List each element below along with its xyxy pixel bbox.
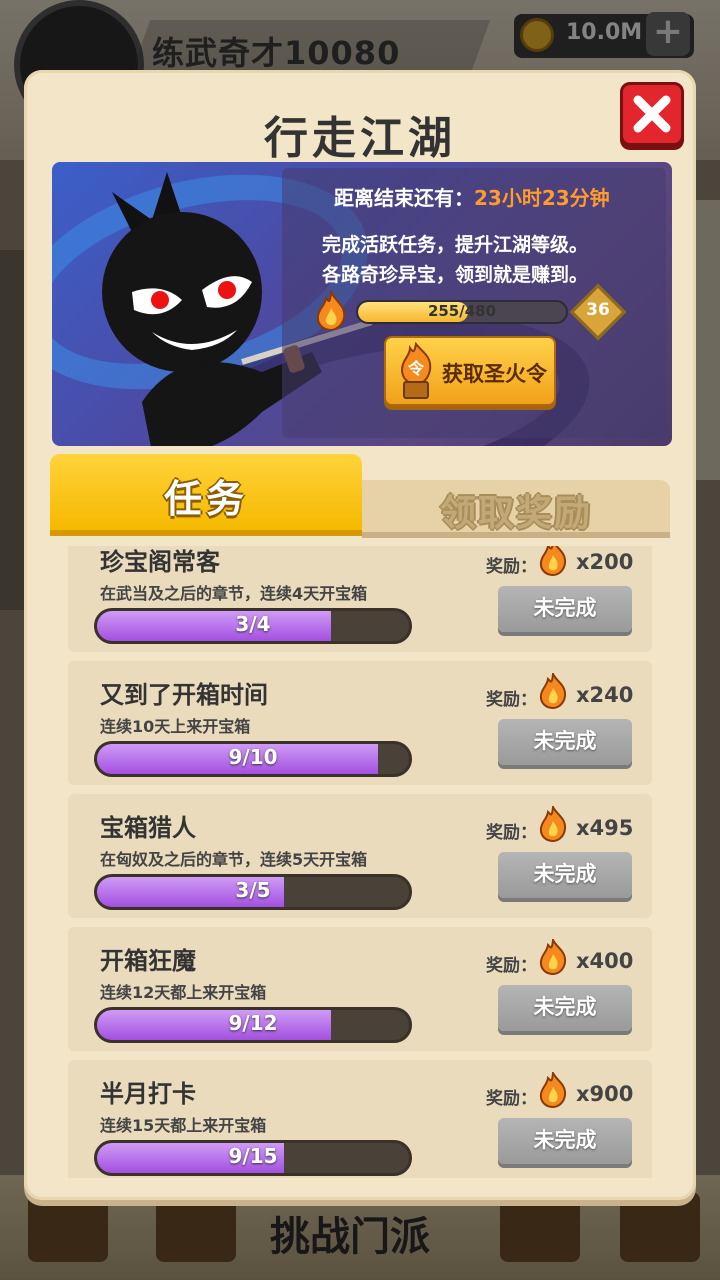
- task-status-button[interactable]: 未完成: [498, 719, 632, 765]
- fire-token-glyph: 令: [407, 359, 425, 378]
- task-status-button[interactable]: 未完成: [498, 586, 632, 632]
- task-description: 连续12天都上来开宝箱: [100, 983, 267, 1002]
- task-status-button[interactable]: 未完成: [498, 985, 632, 1031]
- task-list[interactable]: 珍宝阁常客 在武当及之后的章节，连续4天开宝箱 3/4 奖励： x200 未完成 又到了开箱…: [52, 546, 672, 1178]
- modal-title: 行走江湖: [264, 113, 456, 164]
- task-description: 连续15天都上来开宝箱: [100, 1116, 267, 1135]
- task-progress-text: 3/5: [235, 878, 271, 902]
- task-status-button[interactable]: 未完成: [498, 1118, 632, 1164]
- countdown: 距离结束还有：23小时23分钟: [334, 182, 610, 211]
- reward-label: 奖励：: [486, 956, 537, 976]
- tab-claim-rewards[interactable]: 领取奖励: [362, 480, 670, 534]
- reward-amount: x240: [576, 683, 634, 707]
- tab-tasks-label: 任务: [163, 477, 248, 521]
- task-description: 连续10天上来开宝箱: [100, 717, 251, 736]
- task-card: 半月打卡连续15天都上来开宝箱 9/15 奖励： x900 未完成: [68, 1060, 652, 1178]
- task-card: 开箱狂魔连续12天都上来开宝箱 9/12 奖励： x400 未完成: [68, 927, 652, 1051]
- close-icon: [633, 95, 671, 133]
- task-status-button[interactable]: 未完成: [498, 852, 632, 898]
- event-banner: 距离结束还有：23小时23分钟 完成活跃任务，提升江湖等级。 各路奇珍异宝，领到…: [52, 162, 672, 446]
- task-description: 在武当及之后的章节，连续4天开宝箱: [100, 584, 368, 603]
- reward-amount: x400: [576, 949, 634, 973]
- tab-claim-rewards-label: 领取奖励: [439, 493, 592, 534]
- countdown-prefix: 距离结束还有：: [334, 186, 474, 210]
- close-button[interactable]: [620, 82, 684, 146]
- flame-icon: [539, 546, 567, 577]
- get-fire-token-button[interactable]: 令 获取圣火令: [384, 336, 556, 406]
- task-progress-text: 9/12: [228, 1011, 278, 1035]
- get-fire-token-label: 获取圣火令: [442, 362, 547, 386]
- task-progress-text: 3/4: [235, 612, 271, 636]
- reward-label: 奖励：: [486, 557, 537, 577]
- task-title: 半月打卡: [100, 1080, 196, 1108]
- event-description-line-1: 完成活跃任务，提升江湖等级。: [322, 234, 589, 256]
- reward-amount: x900: [576, 1082, 634, 1106]
- fire-token-icon: 令: [400, 342, 432, 399]
- task-card: 又到了开箱时间连续10天上来开宝箱 9/10 奖励： x240 未完成: [68, 661, 652, 785]
- flame-icon: [539, 806, 567, 843]
- countdown-time: 23小时23分钟: [474, 186, 610, 210]
- level-progress-text: 255/480: [427, 302, 497, 320]
- flame-icon: [316, 290, 346, 330]
- event-description-line-2: 各路奇珍异宝，领到就是赚到。: [322, 264, 589, 286]
- reward-amount: x200: [576, 550, 634, 574]
- task-card: 珍宝阁常客在武当及之后的章节，连续4天开宝箱 3/4 奖励： x200 未完成: [68, 546, 652, 652]
- flame-icon: [539, 939, 567, 976]
- reward-label: 奖励：: [486, 823, 537, 843]
- reward-label: 奖励：: [486, 1089, 537, 1109]
- flame-icon: [539, 1072, 567, 1109]
- tab-tasks[interactable]: 任务: [50, 454, 362, 530]
- task-progress-text: 9/15: [228, 1144, 278, 1168]
- task-title: 开箱狂魔: [100, 947, 196, 975]
- task-title: 又到了开箱时间: [100, 681, 268, 709]
- task-description: 在匈奴及之后的章节，连续5天开宝箱: [100, 850, 368, 869]
- level-number: 36: [586, 300, 610, 320]
- flame-icon: [539, 673, 567, 710]
- task-title: 宝箱猎人: [100, 814, 196, 842]
- jianghu-modal: 行走江湖 距离结束还有：23小时23分钟 完成活跃任务，提升江湖等级。 各路奇珍…: [24, 70, 696, 1200]
- reward-amount: x495: [576, 816, 634, 840]
- reward-label: 奖励：: [486, 690, 537, 710]
- task-title: 珍宝阁常客: [100, 548, 220, 576]
- task-progress-text: 9/10: [228, 745, 278, 769]
- task-card: 宝箱猎人在匈奴及之后的章节，连续5天开宝箱 3/5 奖励： x495 未完成: [68, 794, 652, 918]
